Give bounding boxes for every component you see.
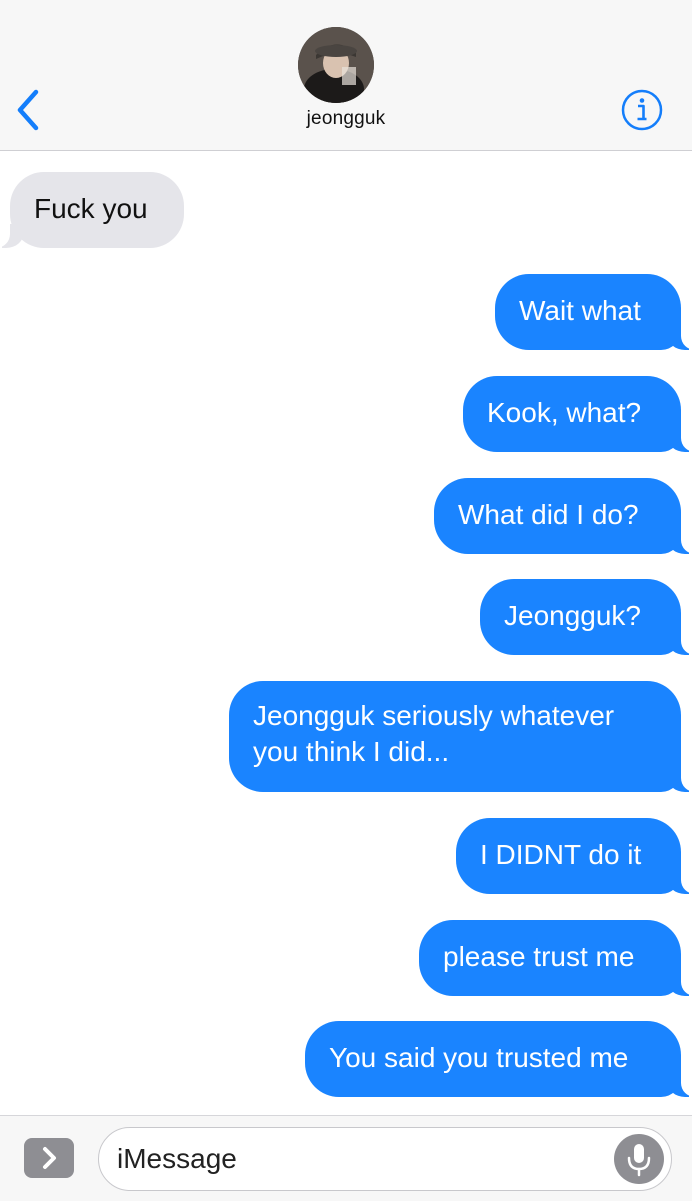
message-text: Fuck you (34, 193, 148, 224)
info-circle-icon (621, 89, 663, 131)
conversation-header: jeongguk (0, 0, 692, 151)
outgoing-message-bubble[interactable]: Kook, what? (463, 376, 692, 452)
info-button[interactable] (620, 88, 664, 132)
message-text: Wait what (519, 295, 641, 326)
message-field[interactable] (98, 1127, 672, 1191)
message-text: What did I do? (458, 499, 639, 530)
microphone-icon (627, 1144, 651, 1177)
message-text: Jeongguk? (504, 600, 642, 631)
outgoing-message-bubble[interactable]: Jeongguk? (480, 579, 692, 655)
message-text: please trust me (443, 941, 635, 972)
message-text: Jeongguk seriously whatever you think I … (253, 700, 615, 767)
dictation-button[interactable] (614, 1134, 664, 1184)
message-text: You said you trusted me (329, 1042, 629, 1073)
outgoing-message-bubble[interactable]: I DIDNT do it (456, 818, 692, 894)
apps-button[interactable] (24, 1138, 74, 1178)
incoming-message-bubble[interactable]: Fuck you (0, 172, 184, 248)
message-input[interactable] (117, 1128, 597, 1189)
avatar-photo (298, 27, 374, 103)
contact-avatar[interactable] (298, 27, 374, 103)
outgoing-message-bubble[interactable]: Wait what (495, 274, 692, 350)
outgoing-message-bubble[interactable]: Jeongguk seriously whatever you think I … (229, 681, 692, 792)
contact-name[interactable]: jeongguk (0, 108, 692, 130)
message-text: I DIDNT do it (480, 839, 642, 870)
outgoing-message-bubble[interactable]: You said you trusted me (305, 1021, 692, 1097)
message-input-bar (0, 1115, 692, 1201)
outgoing-message-bubble[interactable]: please trust me (419, 920, 692, 996)
outgoing-message-bubble[interactable]: What did I do? (434, 478, 692, 554)
app-drawer-chevron-icon (43, 1147, 56, 1169)
message-thread[interactable]: Fuck you Wait what Kook, what? What did … (0, 151, 692, 1115)
message-text: Kook, what? (487, 397, 642, 428)
